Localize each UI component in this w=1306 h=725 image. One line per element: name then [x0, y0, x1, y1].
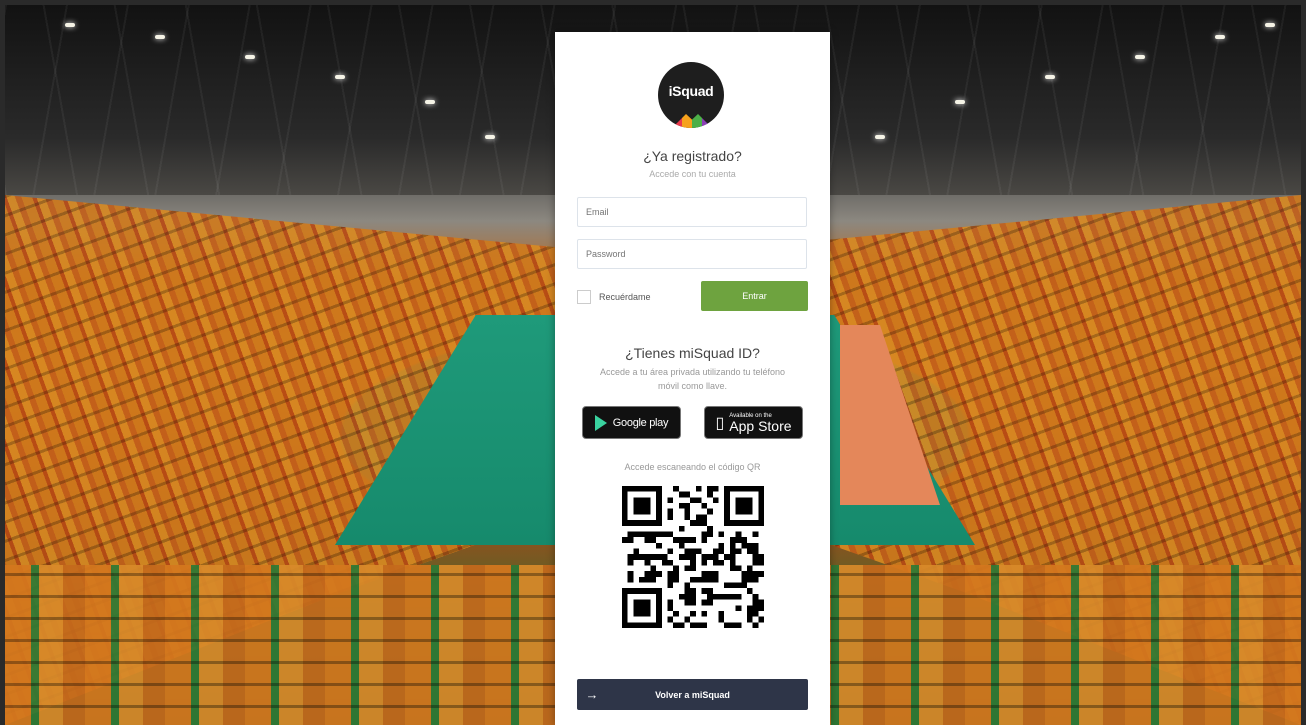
logo-stripes	[672, 114, 712, 128]
back-button-label: Volver a miSquad	[655, 689, 730, 700]
isquad-logo: iSquad	[658, 62, 724, 128]
app-store-badge[interactable]: ▯ Available on the App Store	[704, 406, 803, 439]
enter-button[interactable]: Entrar	[701, 281, 808, 311]
login-title: ¿Ya registrado?	[643, 148, 742, 164]
email-field[interactable]	[577, 197, 807, 227]
apple-icon: ▯	[715, 414, 725, 432]
qr-caption: Accede escaneando el código QR	[624, 462, 761, 472]
app-store-big-label: App Store	[729, 417, 792, 434]
remember-me[interactable]: Recuérdame	[577, 290, 651, 304]
password-field[interactable]	[577, 239, 807, 269]
google-play-label: Google play	[612, 416, 669, 429]
arrow-right-icon: →	[585, 687, 599, 702]
google-play-icon	[594, 414, 607, 431]
login-panel: iSquad ¿Ya registrado? Accede con tu cue…	[555, 32, 830, 725]
login-subtitle: Accede con tu cuenta	[649, 169, 736, 179]
back-to-misquad-button[interactable]: → Volver a miSquad	[577, 679, 808, 710]
remember-checkbox[interactable]	[577, 290, 591, 304]
misquad-subtitle: Accede a tu área privada utilizando tu t…	[599, 367, 786, 391]
qr-code	[622, 486, 764, 628]
logo-text: iSquad	[668, 83, 714, 99]
misquad-title: ¿Tienes miSquad ID?	[625, 345, 760, 361]
remember-label: Recuérdame	[599, 292, 651, 302]
google-play-badge[interactable]: Google play	[582, 406, 681, 439]
